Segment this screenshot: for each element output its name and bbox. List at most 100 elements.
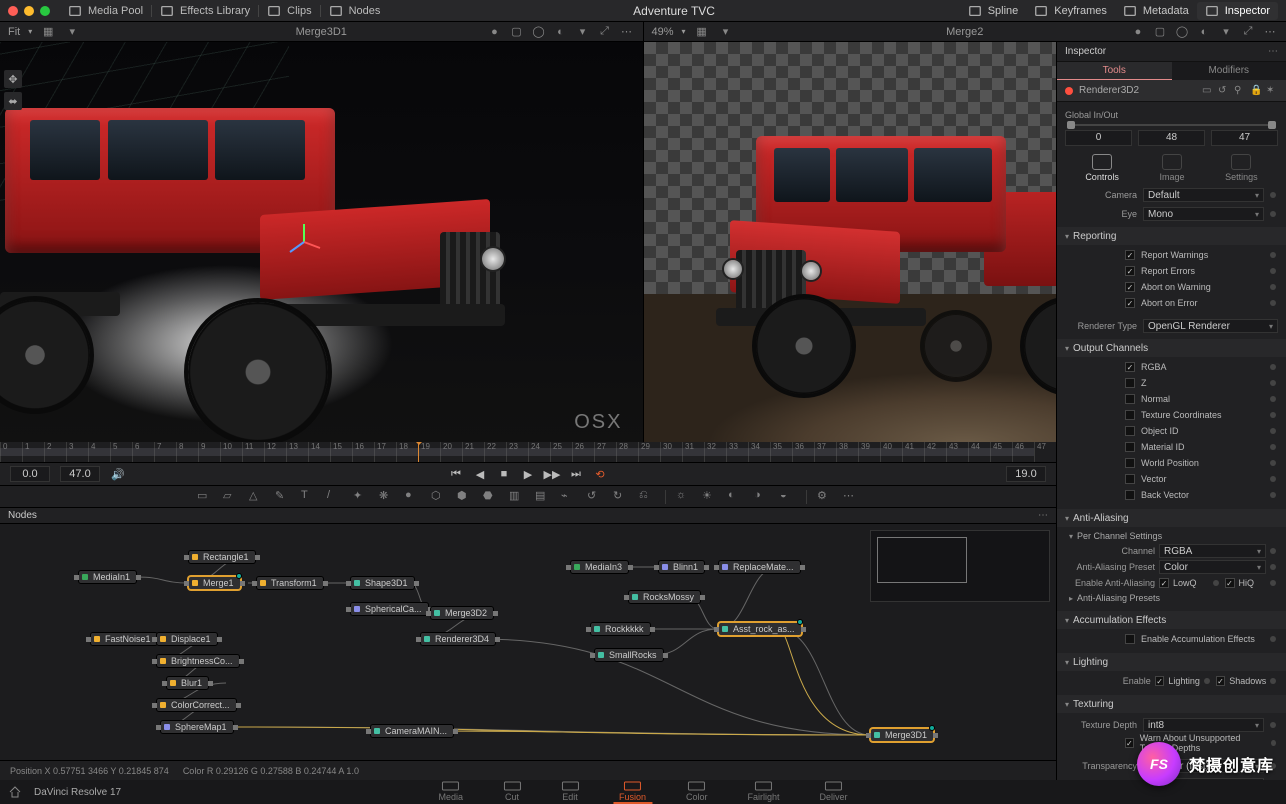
tool-icon[interactable]: △: [249, 489, 265, 505]
checkbox[interactable]: [1125, 282, 1135, 292]
node-Displace1[interactable]: Displace1: [156, 632, 218, 646]
tab-keyframes[interactable]: Keyframes: [1026, 4, 1115, 18]
tab-inspector[interactable]: Inspector: [1197, 2, 1278, 20]
tool-icon[interactable]: ✎: [275, 489, 291, 505]
tool-icon[interactable]: ❋: [379, 489, 395, 505]
tool-icon[interactable]: ▥: [509, 489, 525, 505]
dot-icon[interactable]: ●: [1130, 24, 1146, 40]
node-MediaIn1[interactable]: MediaIn1: [78, 570, 137, 584]
keyframe-dot-icon[interactable]: [1270, 300, 1276, 306]
section-reporting[interactable]: Reporting: [1057, 227, 1286, 245]
tool-icon[interactable]: ⌁: [561, 489, 577, 505]
page-fusion[interactable]: Fusion: [613, 781, 652, 804]
channel-icon[interactable]: ◐: [1196, 24, 1212, 40]
global-in-out[interactable]: Global In/Out 0 48 47: [1065, 110, 1278, 146]
in-field[interactable]: 0: [1065, 130, 1132, 146]
texture-depth-dropdown[interactable]: int8: [1143, 718, 1264, 732]
tab-settings[interactable]: Settings: [1225, 154, 1258, 182]
warn-unsupported-checkbox[interactable]: [1125, 738, 1134, 748]
tab-media pool[interactable]: Media Pool: [60, 4, 151, 18]
node-Transform1[interactable]: Transform1: [256, 576, 324, 590]
channel-icon[interactable]: ◐: [553, 24, 569, 40]
range-end-field[interactable]: 47.0: [60, 466, 100, 482]
checkbox[interactable]: [1125, 442, 1135, 452]
checkbox[interactable]: [1125, 474, 1135, 484]
node-Merge3D2[interactable]: Merge3D2: [430, 606, 494, 620]
section-anti-aliasing[interactable]: Anti-Aliasing: [1057, 509, 1286, 527]
section-output-channels[interactable]: Output Channels: [1057, 339, 1286, 357]
keyframe-dot-icon[interactable]: [1270, 476, 1276, 482]
navigator[interactable]: [870, 530, 1050, 602]
checkbox[interactable]: [1125, 426, 1135, 436]
home-icon[interactable]: [0, 785, 30, 799]
aa-lowq-checkbox[interactable]: [1159, 578, 1169, 588]
checkbox[interactable]: [1125, 250, 1135, 260]
keyframe-dot-icon[interactable]: [1270, 460, 1276, 466]
chevron-down-icon[interactable]: ▾: [718, 24, 734, 40]
keyframe-dot-icon[interactable]: [1270, 492, 1276, 498]
camera-dropdown[interactable]: Default: [1143, 188, 1264, 202]
node-SphereMap1[interactable]: SphereMap1: [160, 720, 234, 734]
keyframe-dot-icon[interactable]: [1270, 192, 1276, 198]
next-frame-icon[interactable]: ▶▶: [544, 466, 560, 482]
more-icon[interactable]: ⋯: [619, 24, 635, 40]
section-lighting[interactable]: Lighting: [1057, 653, 1286, 671]
node-Asst_rock_as[interactable]: Asst_rock_as...: [718, 622, 802, 636]
node-Merge1[interactable]: Merge1: [188, 576, 241, 590]
minimize-icon[interactable]: [24, 6, 34, 16]
chevron-down-icon[interactable]: ▾: [1218, 24, 1234, 40]
tool-icon[interactable]: /: [327, 489, 343, 505]
node-Rectangle1[interactable]: Rectangle1: [188, 550, 256, 564]
checkbox[interactable]: [1125, 458, 1135, 468]
play-icon[interactable]: ▶: [520, 466, 536, 482]
tab-effects library[interactable]: Effects Library: [152, 4, 258, 18]
sub-aa-presets[interactable]: Anti-Aliasing Presets: [1069, 591, 1278, 605]
keyframe-dot-icon[interactable]: [1270, 380, 1276, 386]
gizmo-icon[interactable]: [284, 222, 324, 265]
move-tool-icon[interactable]: ✥: [4, 70, 22, 88]
maximize-icon[interactable]: [40, 6, 50, 16]
keyframe-dot-icon[interactable]: [1270, 396, 1276, 402]
node-MediaIn3[interactable]: MediaIn3: [570, 560, 629, 574]
node-ColorCorrect[interactable]: ColorCorrect...: [156, 698, 237, 712]
more-icon[interactable]: ⋯: [1262, 24, 1278, 40]
tab-spline[interactable]: Spline: [960, 4, 1027, 18]
more-icon[interactable]: ⋯: [1038, 510, 1048, 521]
tool-icon[interactable]: ↻: [613, 489, 629, 505]
tool-icon[interactable]: ▱: [223, 489, 239, 505]
keyframe-dot-icon[interactable]: [1270, 211, 1276, 217]
tab-nodes[interactable]: Nodes: [321, 4, 389, 18]
page-media[interactable]: Media: [432, 781, 469, 804]
node-Rockkkkk[interactable]: Rockkkkk: [590, 622, 651, 636]
versions-icon[interactable]: ▭: [1202, 85, 1214, 97]
stop-icon[interactable]: ■: [496, 466, 512, 482]
keyframe-dot-icon[interactable]: [1270, 364, 1276, 370]
eye-dropdown[interactable]: Mono: [1143, 207, 1264, 221]
section-texturing[interactable]: Texturing: [1057, 695, 1286, 713]
node-Blur1[interactable]: Blur1: [166, 676, 209, 690]
section-accum[interactable]: Accumulation Effects: [1057, 611, 1286, 629]
aa-hiq-checkbox[interactable]: [1225, 578, 1235, 588]
expand-icon[interactable]: ⤢: [1240, 24, 1256, 40]
tool-icon[interactable]: ◐: [728, 489, 744, 505]
tool-icon[interactable]: ☀: [702, 489, 718, 505]
reset-icon[interactable]: ↺: [1218, 85, 1230, 97]
aa-channel-dropdown[interactable]: RGBA: [1159, 544, 1266, 558]
range-start-field[interactable]: 0.0: [10, 466, 50, 482]
zoom-dropdown[interactable]: 49%: [652, 26, 674, 38]
checkbox[interactable]: [1125, 410, 1135, 420]
tool-icon[interactable]: ☼: [676, 489, 692, 505]
checkbox[interactable]: [1125, 266, 1135, 276]
tab-modifiers[interactable]: Modifiers: [1172, 62, 1286, 80]
current-frame-field[interactable]: 19.0: [1006, 466, 1046, 482]
enable-dot-icon[interactable]: [1065, 87, 1073, 95]
tool-icon[interactable]: T: [301, 489, 317, 505]
grid-icon[interactable]: ▦: [40, 24, 56, 40]
settings-icon[interactable]: ✶: [1266, 85, 1278, 97]
tool-icon[interactable]: ◒: [780, 489, 796, 505]
circle-icon[interactable]: ◯: [1174, 24, 1190, 40]
accum-checkbox[interactable]: [1125, 634, 1135, 644]
tool-icon[interactable]: ⎌: [639, 489, 655, 505]
tool-icon[interactable]: ↺: [587, 489, 603, 505]
node-graph[interactable]: MediaIn1Rectangle1Merge1Transform1Shape3…: [0, 524, 1056, 760]
